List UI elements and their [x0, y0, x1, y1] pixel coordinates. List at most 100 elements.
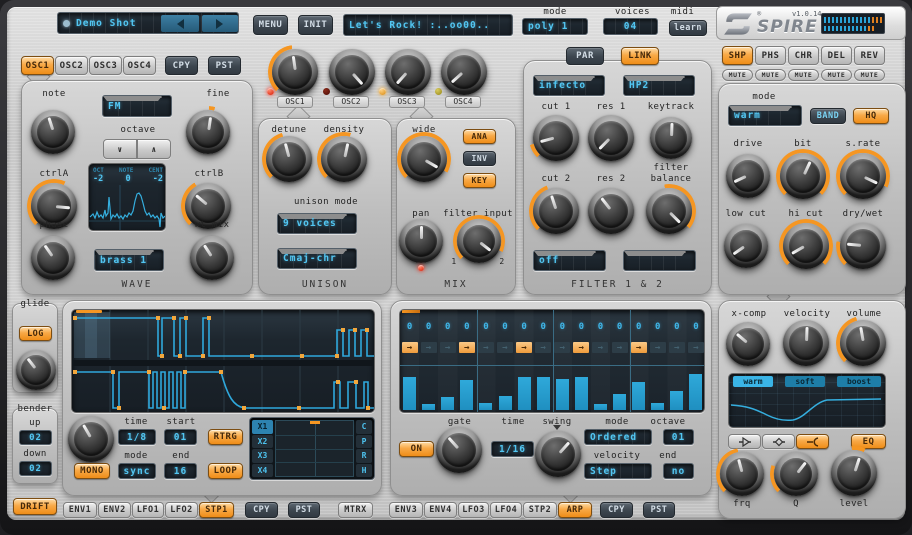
bender-up-display[interactable]: 02: [19, 430, 52, 445]
matrix-row-x2[interactable]: X2: [252, 435, 273, 449]
arp-step-bar[interactable]: [689, 374, 702, 410]
matrix-col-h[interactable]: H: [356, 464, 372, 478]
band-button[interactable]: BAND: [810, 108, 846, 124]
drive-knob[interactable]: [726, 154, 770, 198]
drift-button[interactable]: DRIFT: [13, 498, 57, 515]
tab-arp[interactable]: ARP: [558, 502, 592, 518]
tab-osc4[interactable]: OSC4: [123, 56, 156, 75]
arp-step-arrow[interactable]: →: [592, 342, 608, 353]
mute-rev-button[interactable]: MUTE: [854, 69, 885, 81]
arp-step-bar[interactable]: [556, 379, 569, 410]
glide-log-button[interactable]: LOG: [19, 326, 52, 341]
mute-shp-button[interactable]: MUTE: [722, 69, 753, 81]
arp-step-arrow[interactable]: →: [669, 342, 685, 353]
cut2-knob[interactable]: [533, 188, 579, 234]
mod-copy-button[interactable]: CPY: [245, 502, 278, 518]
osc3-level-knob[interactable]: [385, 49, 431, 95]
arp-step-bar[interactable]: [422, 404, 435, 410]
arp-swing-knob[interactable]: [535, 431, 581, 477]
bender-down-display[interactable]: 02: [19, 461, 52, 476]
density-knob[interactable]: [321, 136, 367, 182]
arp-octave-display[interactable]: 01: [663, 429, 694, 445]
tab-lfo2[interactable]: LFO2: [165, 502, 198, 518]
arp-step-value[interactable]: 0: [667, 322, 686, 332]
drywet-knob[interactable]: [840, 223, 886, 269]
detune-knob[interactable]: [266, 136, 312, 182]
arp-step-arrow[interactable]: →: [459, 342, 475, 353]
q-knob[interactable]: [774, 452, 818, 496]
preset-prev-button[interactable]: [161, 15, 199, 32]
arp-copy-button[interactable]: CPY: [600, 502, 633, 518]
arp-step-arrow[interactable]: →: [688, 342, 704, 353]
phase-knob[interactable]: [31, 236, 75, 280]
osc-copy-button[interactable]: CPY: [165, 56, 198, 75]
glide-knob[interactable]: [16, 350, 56, 390]
wtmix-knob[interactable]: [190, 236, 234, 280]
tab-fx-phs[interactable]: PHS: [755, 46, 786, 65]
arp-step-value[interactable]: 0: [457, 322, 476, 332]
bit-knob[interactable]: [780, 153, 826, 199]
arp-step-arrow[interactable]: →: [421, 342, 437, 353]
matrix-row-x4[interactable]: X4: [252, 464, 273, 478]
arp-end-display[interactable]: no: [663, 463, 694, 479]
wave-select-dropdown[interactable]: brass 1: [94, 249, 164, 271]
arp-step-bar[interactable]: [403, 377, 416, 410]
matrix-cursor[interactable]: [310, 421, 320, 424]
note-knob[interactable]: [31, 110, 75, 154]
volume-knob[interactable]: [840, 320, 886, 366]
preset-next-button[interactable]: [202, 15, 238, 32]
arp-step-bar[interactable]: [460, 380, 473, 410]
filter-par-button[interactable]: PAR: [566, 47, 604, 65]
arp-paste-button[interactable]: PST: [643, 502, 675, 518]
level-knob[interactable]: [831, 450, 877, 496]
matrix-col-c[interactable]: C: [356, 420, 372, 434]
tab-fx-rev[interactable]: REV: [854, 46, 885, 65]
unison-voices-dropdown[interactable]: 9 voices: [277, 213, 357, 234]
arp-step-arrow[interactable]: →: [573, 342, 589, 353]
stp1-end-display[interactable]: 16: [164, 463, 197, 479]
stp1-rtrg-button[interactable]: RTRG: [208, 429, 243, 445]
osc-paste-button[interactable]: PST: [208, 56, 241, 75]
tab-osc3[interactable]: OSC3: [89, 56, 122, 75]
key-button[interactable]: KEY: [463, 173, 496, 188]
filter1-route-dropdown[interactable]: off: [533, 250, 606, 271]
osc4-level-knob[interactable]: [441, 49, 487, 95]
tab-fx-shp[interactable]: SHP: [722, 46, 753, 65]
tab-osc2[interactable]: OSC2: [55, 56, 88, 75]
arp-step-arrow[interactable]: →: [478, 342, 494, 353]
arp-step-arrow[interactable]: →: [402, 342, 418, 353]
arp-step-value[interactable]: 0: [534, 322, 553, 332]
tab-env1[interactable]: ENV1: [63, 502, 97, 518]
filter-balance-knob[interactable]: [646, 188, 692, 234]
poly-mode-display[interactable]: poly 1: [522, 18, 588, 35]
shaper-mode-dropdown[interactable]: warm: [728, 105, 802, 126]
voices-display[interactable]: 04: [603, 18, 658, 35]
hq-button[interactable]: HQ: [853, 108, 889, 124]
res1-knob[interactable]: [588, 115, 634, 161]
stp1-loop-button[interactable]: LOOP: [208, 463, 243, 479]
arp-step-arrow[interactable]: →: [554, 342, 570, 353]
tab-stp2[interactable]: STP2: [523, 502, 557, 518]
arp-step-value[interactable]: 0: [610, 322, 629, 332]
arp-step-value[interactable]: 0: [553, 322, 572, 332]
arp-step-value[interactable]: 0: [495, 322, 514, 332]
matrix-row-x3[interactable]: X3: [252, 449, 273, 463]
arp-step-value[interactable]: 0: [419, 322, 438, 332]
stp1-start-display[interactable]: 01: [164, 429, 197, 445]
arp-step-bar[interactable]: [575, 377, 588, 410]
arp-step-bar[interactable]: [594, 404, 607, 410]
arp-step-value[interactable]: 0: [400, 322, 419, 332]
filter2-type-dropdown[interactable]: HP2: [623, 75, 695, 96]
arp-step-arrow[interactable]: →: [631, 342, 647, 353]
init-button[interactable]: INIT: [298, 15, 333, 35]
tab-env3[interactable]: ENV3: [389, 502, 423, 518]
lowcut-knob[interactable]: [724, 224, 768, 268]
step-sequencer-display[interactable]: [71, 309, 375, 413]
arp-gate-knob[interactable]: [436, 427, 482, 473]
tab-osc1[interactable]: OSC1: [21, 56, 54, 75]
stp1-time-display[interactable]: 1/8: [118, 429, 156, 445]
filter-input-knob[interactable]: [457, 219, 501, 263]
matrix-row-x1[interactable]: X1: [252, 420, 273, 434]
tab-fx-del[interactable]: DEL: [821, 46, 852, 65]
arp-step-arrow[interactable]: →: [650, 342, 666, 353]
